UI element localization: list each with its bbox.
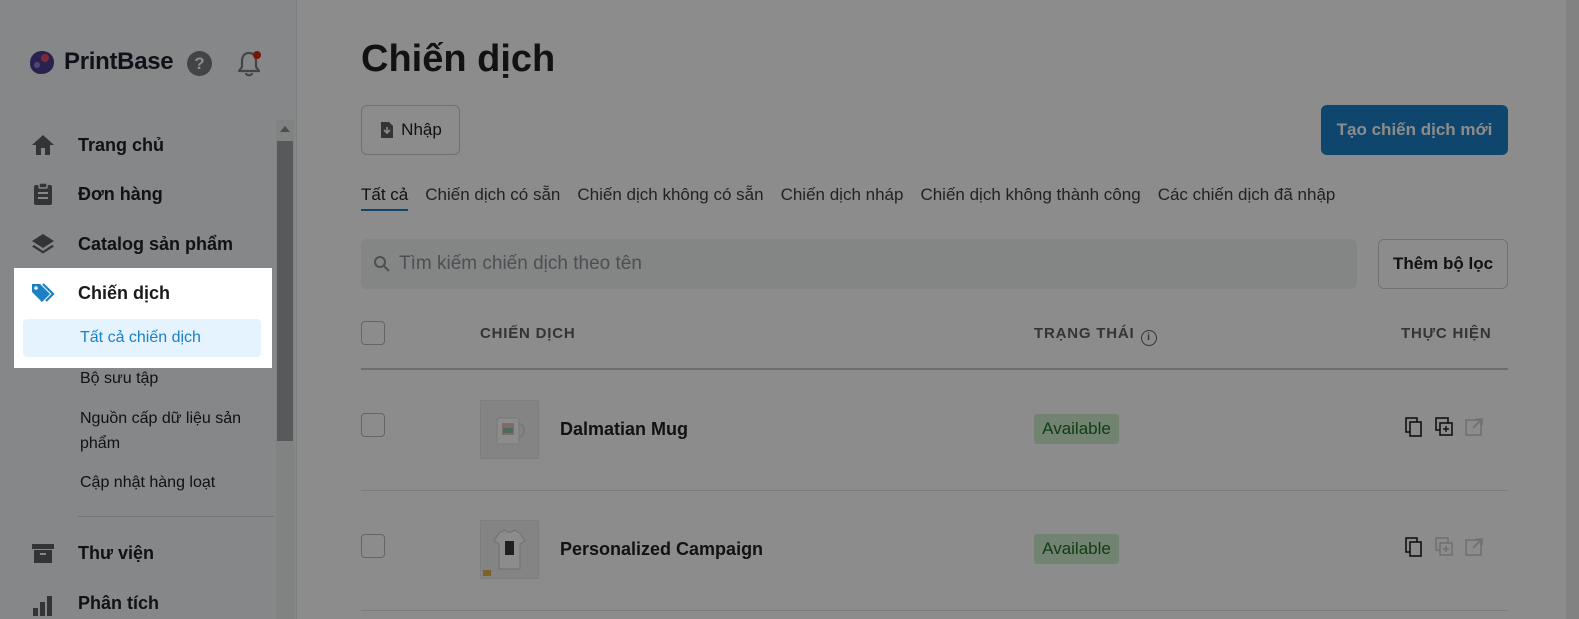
- clipboard-icon: [34, 182, 52, 205]
- tab-available[interactable]: Chiến dịch có sẵn: [425, 185, 560, 211]
- sidebar-item-catalog[interactable]: Catalog sản phẩm: [30, 229, 233, 259]
- onboarding-spotlight: Chiến dịch Tất cả chiến dịch: [14, 268, 272, 368]
- status-badge: Available: [1034, 414, 1119, 444]
- table-row-divider: [361, 490, 1508, 491]
- layers-icon: [32, 234, 54, 254]
- row-checkbox[interactable]: [361, 413, 385, 437]
- sidebar-item-label: Trang chủ: [78, 134, 165, 155]
- row-checkbox[interactable]: [361, 534, 385, 558]
- import-button-label: Nhập: [401, 120, 442, 139]
- search-icon: [374, 256, 390, 272]
- add-filter-button[interactable]: Thêm bộ lọc: [1378, 239, 1508, 289]
- printbase-logo-icon: [30, 51, 54, 74]
- copy-icon[interactable]: [1403, 416, 1425, 438]
- product-thumbnail[interactable]: [480, 520, 539, 579]
- copy-icon[interactable]: [1403, 536, 1425, 558]
- mug-image-icon: [496, 417, 526, 445]
- create-campaign-button[interactable]: Tạo chiến dịch mới: [1321, 105, 1508, 155]
- home-icon: [32, 135, 54, 155]
- help-icon[interactable]: ?: [187, 51, 212, 76]
- sidebar-item-orders[interactable]: Đơn hàng: [30, 179, 163, 209]
- table-header-divider: [361, 368, 1508, 370]
- product-name[interactable]: Personalized Campaign: [560, 539, 763, 560]
- sidebar-item-label: Đơn hàng: [78, 183, 163, 204]
- brand-logo[interactable]: PrintBase: [28, 48, 174, 76]
- select-all-checkbox[interactable]: [361, 321, 385, 345]
- status-badge: Available: [1034, 534, 1119, 564]
- brand-name: PrintBase: [64, 48, 174, 75]
- sidebar-subitem-product-feeds[interactable]: Nguồn cấp dữ liệu sản phẩm: [80, 406, 260, 456]
- column-header-actions: THỰC HIỆN: [1401, 325, 1492, 342]
- main-content: Chiến dịch Nhập Tạo chiến dịch mới Tất c…: [297, 0, 1579, 619]
- sidebar-scrollbar-thumb[interactable]: [277, 141, 293, 441]
- sidebar-subitem-collections[interactable]: Bộ sưu tập: [80, 366, 158, 391]
- sidebar-subitem-bulk-update[interactable]: Cập nhật hàng loạt: [80, 470, 215, 495]
- tab-imported[interactable]: Các chiến dịch đã nhập: [1158, 185, 1336, 211]
- column-header-status-label: TRẠNG THÁI: [1034, 325, 1135, 342]
- external-link-icon[interactable]: [1463, 416, 1485, 438]
- tab-all[interactable]: Tất cả: [361, 185, 409, 211]
- external-link-icon[interactable]: [1463, 536, 1485, 558]
- sidebar-item-label: Thư viện: [78, 542, 155, 563]
- sidebar-item-campaigns[interactable]: Chiến dịch: [30, 280, 170, 306]
- sidebar-item-home[interactable]: Trang chủ: [30, 130, 164, 160]
- sidebar-item-label: Chiến dịch: [78, 282, 171, 303]
- tab-unavailable[interactable]: Chiến dịch không có sẵn: [577, 185, 763, 211]
- search-placeholder: Tìm kiếm chiến dịch theo tên: [399, 253, 642, 274]
- page-title: Chiến dịch: [361, 38, 556, 80]
- product-thumbnail[interactable]: [480, 400, 539, 459]
- archive-icon: [32, 544, 54, 563]
- tab-draft[interactable]: Chiến dịch nháp: [781, 185, 904, 211]
- import-file-icon: [381, 122, 394, 138]
- page-scrollbar[interactable]: [1566, 0, 1579, 619]
- import-button[interactable]: Nhập: [361, 105, 460, 155]
- tshirt-image-icon: [483, 529, 526, 576]
- sidebar-item-analytics[interactable]: Phân tích: [30, 588, 159, 618]
- sidebar-item-label: Phân tích: [78, 592, 160, 613]
- notification-dot: [253, 51, 261, 59]
- column-header-status: TRẠNG THÁI i: [1034, 325, 1157, 346]
- tab-failed[interactable]: Chiến dịch không thành công: [920, 185, 1140, 211]
- sidebar-item-label: Catalog sản phẩm: [78, 233, 234, 254]
- table-row-divider: [361, 610, 1508, 611]
- column-header-campaign[interactable]: CHIẾN DỊCH: [480, 325, 576, 342]
- duplicate-icon[interactable]: [1433, 536, 1455, 558]
- bar-chart-icon: [33, 596, 52, 616]
- product-name[interactable]: Dalmatian Mug: [560, 419, 688, 440]
- sidebar-item-library[interactable]: Thư viện: [30, 538, 154, 568]
- scroll-up-arrow-icon[interactable]: [280, 126, 290, 132]
- duplicate-icon[interactable]: [1433, 416, 1455, 438]
- tags-icon: [32, 283, 55, 302]
- search-input[interactable]: Tìm kiếm chiến dịch theo tên: [361, 239, 1357, 289]
- sidebar-subitem-all-campaigns[interactable]: Tất cả chiến dịch: [23, 319, 261, 357]
- sidebar-divider: [78, 516, 274, 517]
- campaign-tabs: Tất cả Chiến dịch có sẵn Chiến dịch khôn…: [361, 185, 1352, 211]
- info-icon[interactable]: i: [1140, 330, 1157, 346]
